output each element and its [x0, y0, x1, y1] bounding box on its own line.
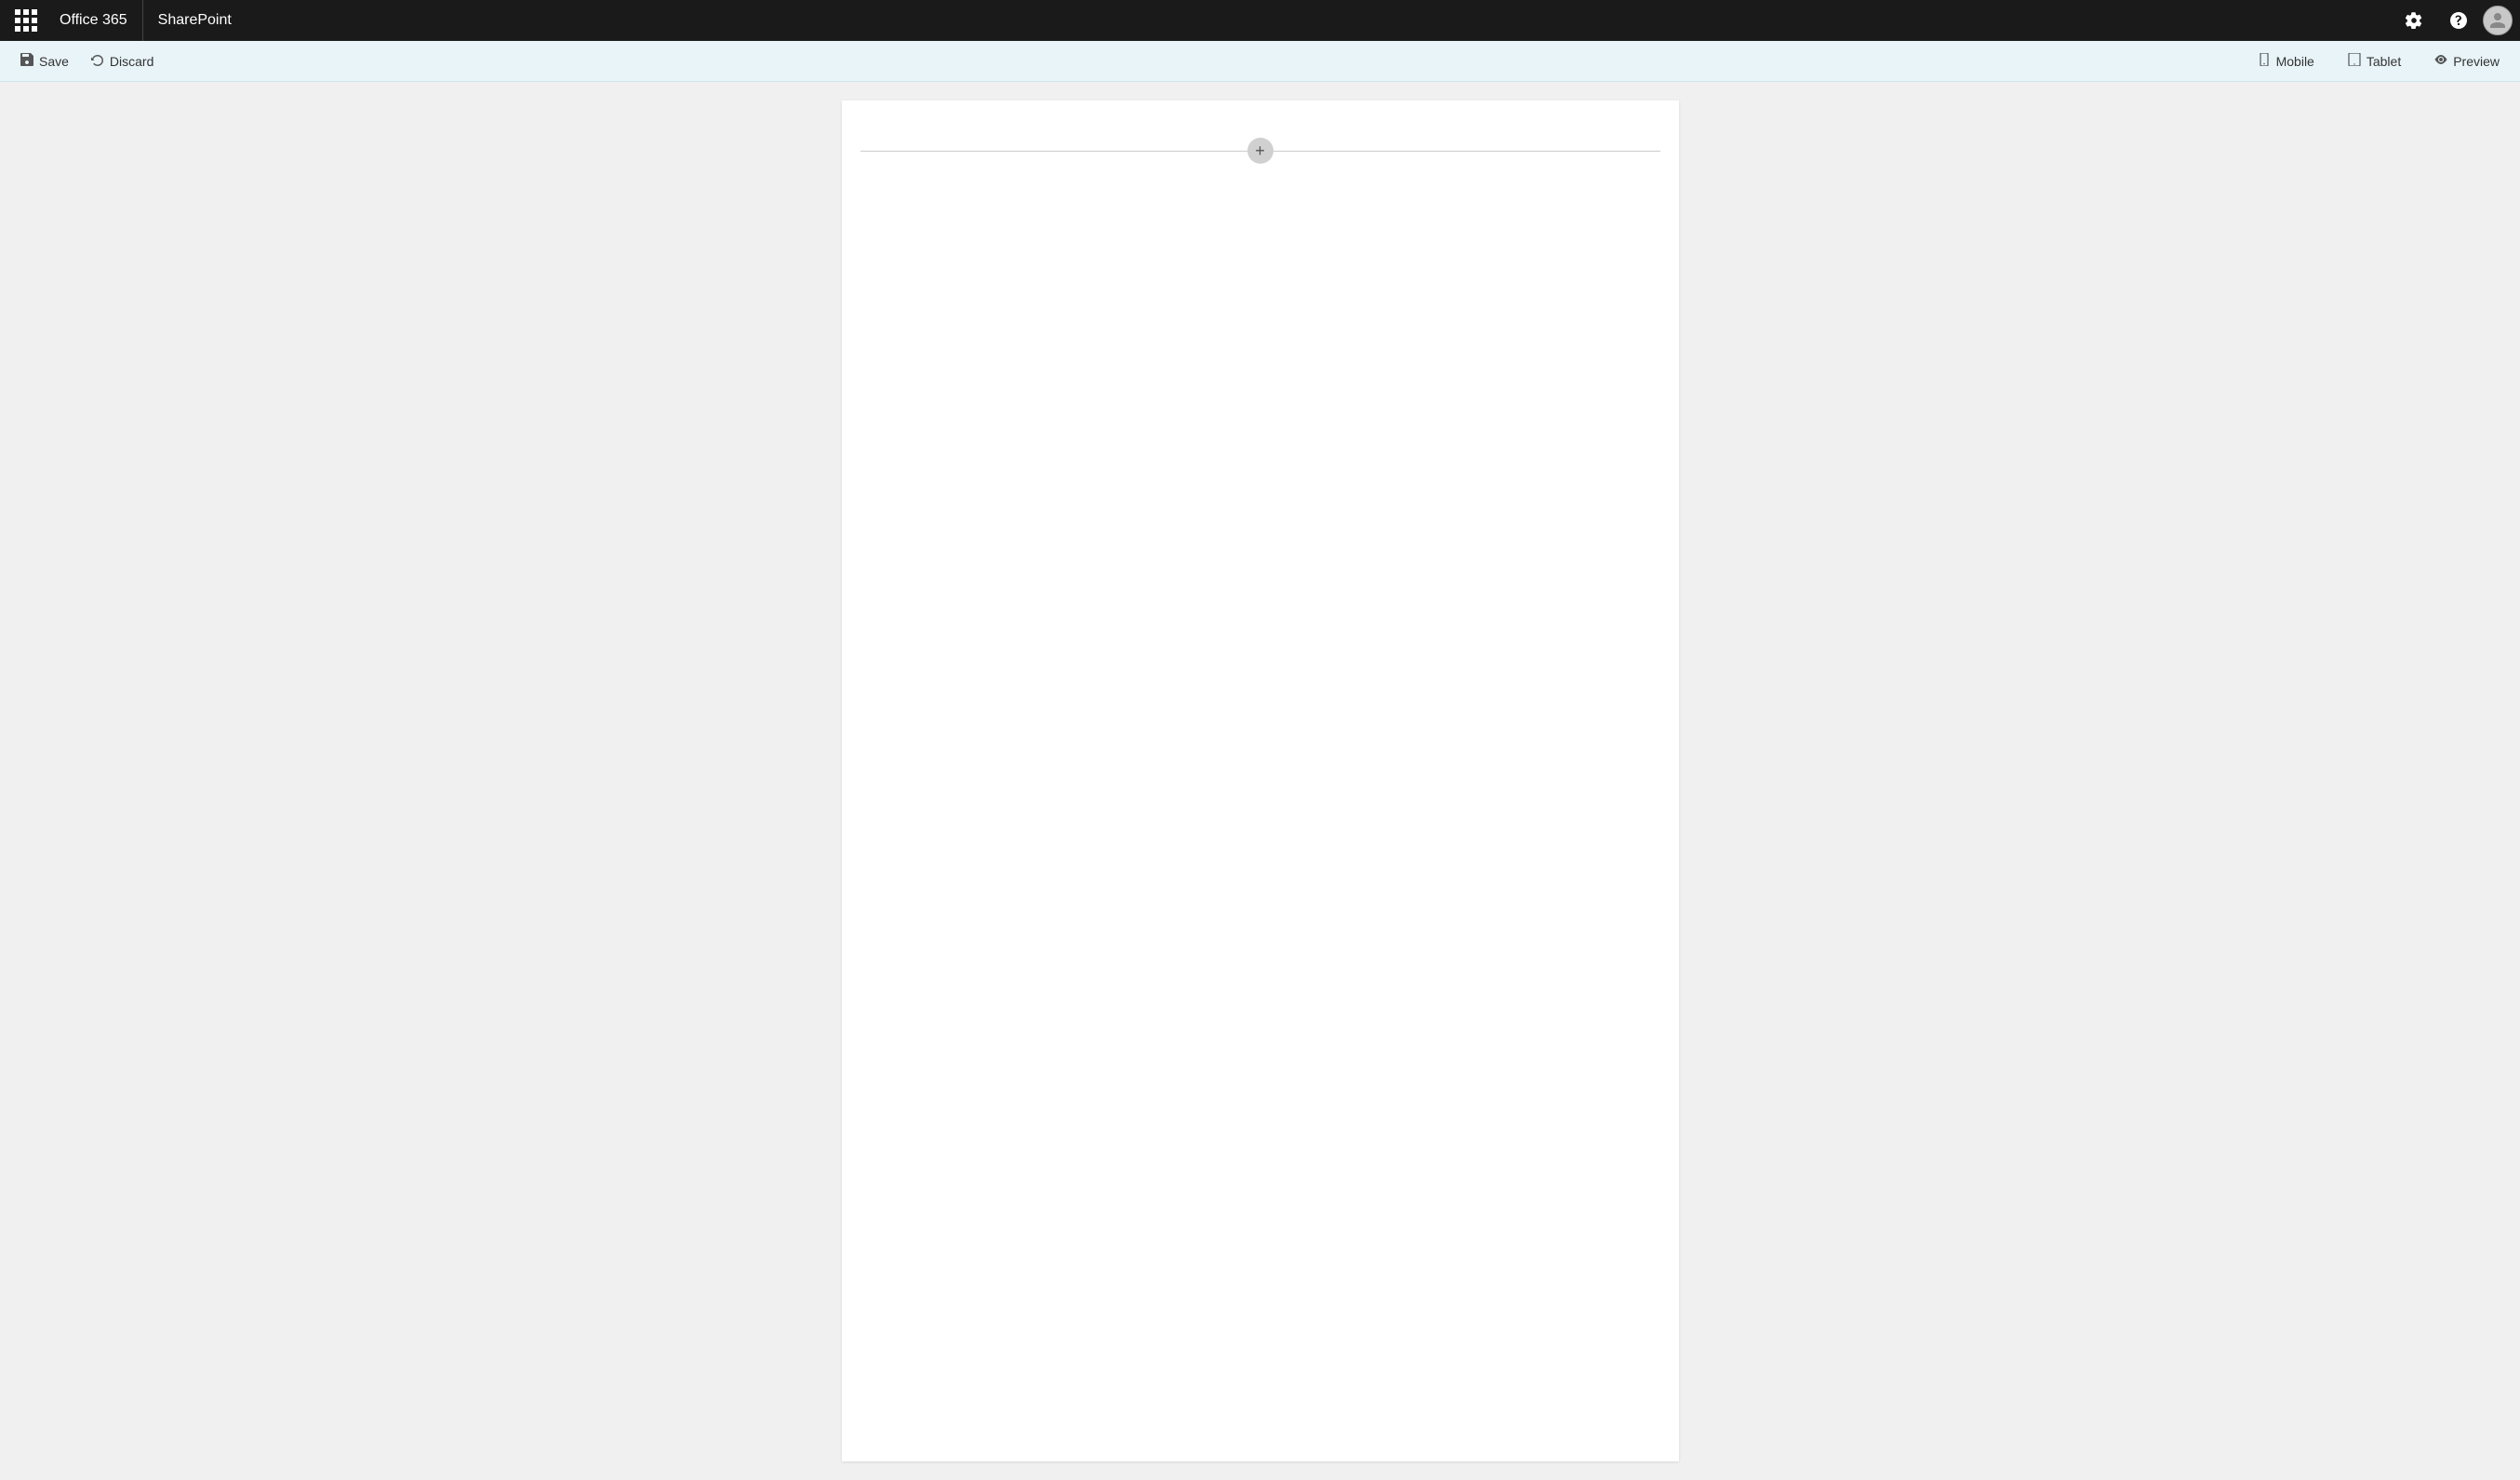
toolbar-left: Save Discard — [11, 47, 163, 74]
save-label: Save — [39, 54, 69, 69]
apps-grid-icon — [15, 9, 37, 32]
mobile-label: Mobile — [2276, 54, 2314, 69]
mobile-view-button[interactable]: Mobile — [2248, 47, 2324, 74]
nav-icons — [2393, 0, 2513, 41]
phone-icon — [2258, 53, 2271, 66]
question-icon — [2450, 12, 2467, 29]
tablet-shape-icon — [2348, 53, 2361, 66]
discard-icon — [91, 53, 104, 69]
toolbar-right: Mobile Tablet Preview — [2248, 47, 2509, 74]
main-content: + — [0, 82, 2520, 1480]
undo-icon — [91, 53, 104, 66]
add-section-button[interactable]: + — [1247, 138, 1273, 164]
sharepoint-label[interactable]: SharePoint — [143, 0, 247, 41]
help-button[interactable] — [2438, 0, 2479, 41]
user-avatar[interactable] — [2483, 6, 2513, 35]
preview-icon — [2434, 53, 2447, 69]
floppy-icon — [20, 53, 33, 66]
page-canvas: + — [842, 100, 1679, 1461]
mobile-icon — [2258, 53, 2271, 69]
gear-icon — [2406, 12, 2422, 29]
edit-toolbar: Save Discard Mobile — [0, 41, 2520, 82]
tablet-view-button[interactable]: Tablet — [2339, 47, 2410, 74]
eye-icon — [2434, 53, 2447, 66]
tablet-label: Tablet — [2367, 54, 2401, 69]
save-button[interactable]: Save — [11, 47, 78, 74]
discard-button[interactable]: Discard — [82, 47, 163, 74]
save-icon — [20, 53, 33, 69]
apps-menu-button[interactable] — [7, 0, 45, 41]
discard-label: Discard — [110, 54, 153, 69]
preview-label: Preview — [2453, 54, 2500, 69]
avatar-silhouette-icon — [2488, 11, 2507, 30]
preview-button[interactable]: Preview — [2425, 47, 2509, 74]
section-divider: + — [842, 138, 1679, 164]
settings-button[interactable] — [2393, 0, 2434, 41]
office-label[interactable]: Office 365 — [45, 0, 143, 41]
top-nav: Office 365 SharePoint — [0, 0, 2520, 41]
tablet-icon — [2348, 53, 2361, 69]
